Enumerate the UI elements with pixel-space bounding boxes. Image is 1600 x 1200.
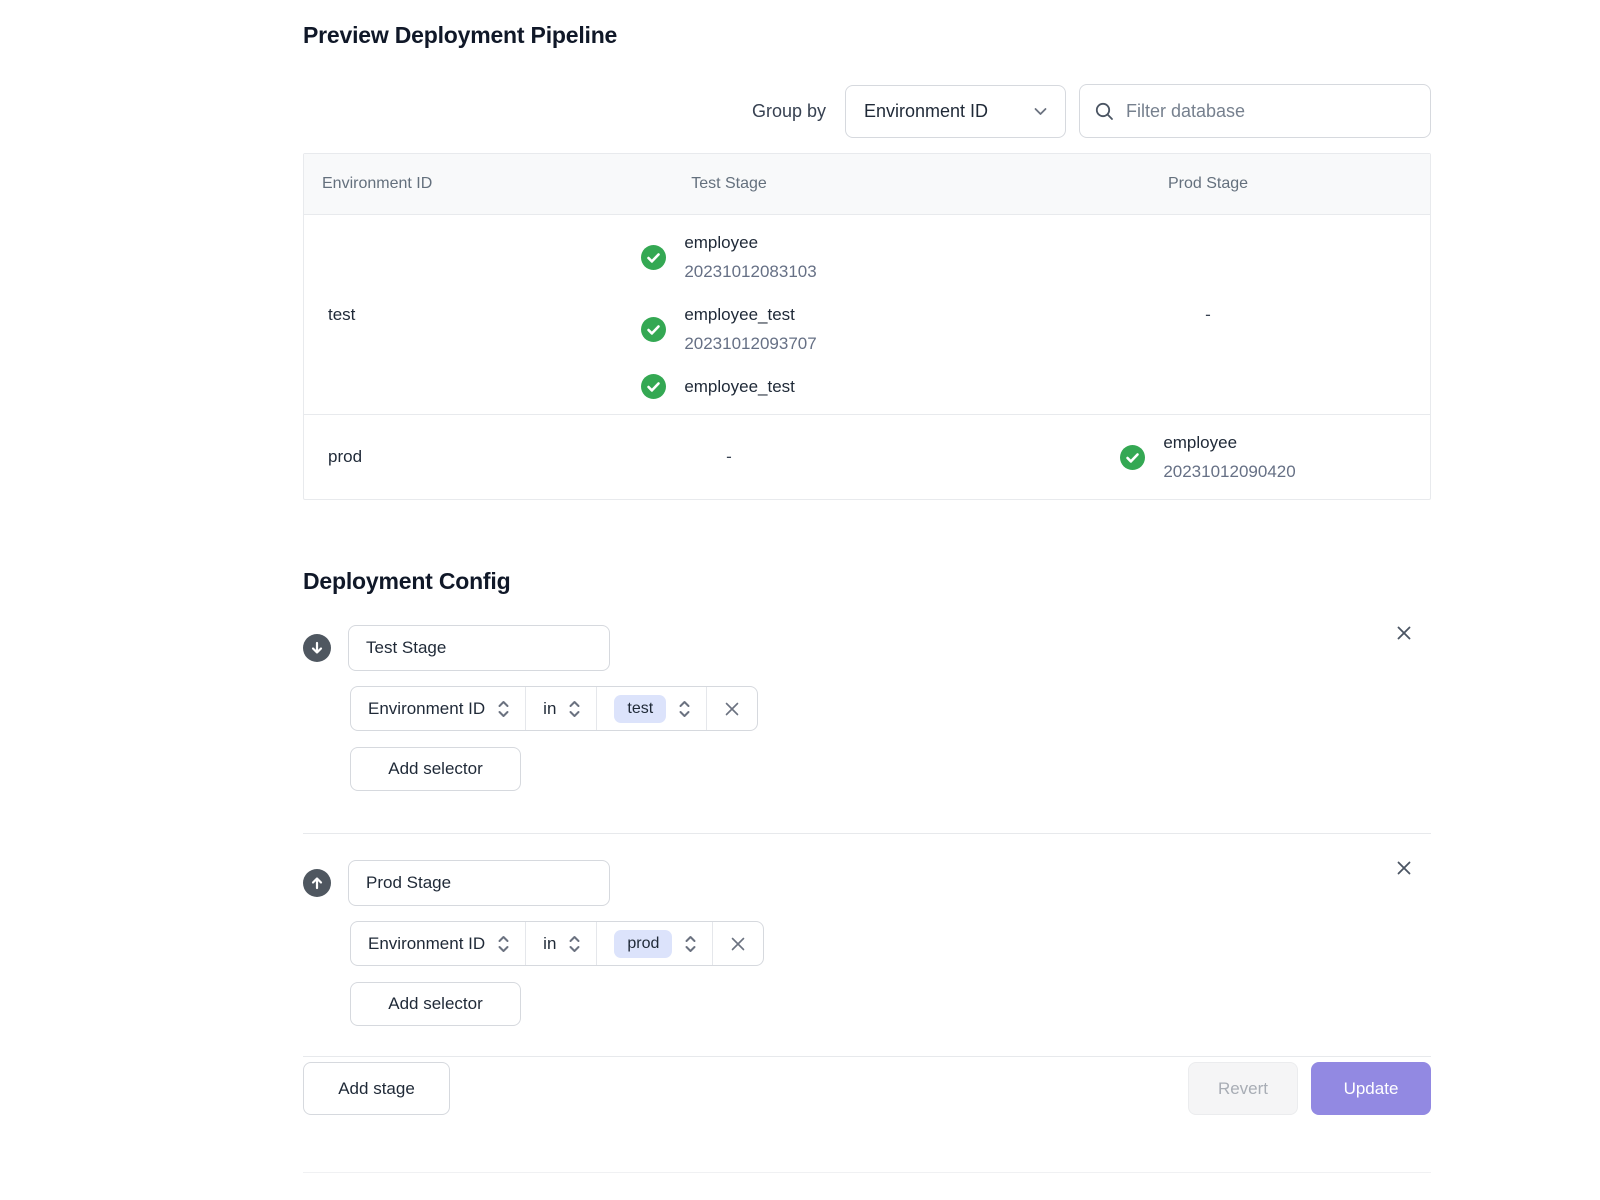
selector-values-select[interactable]: test [596, 687, 706, 730]
close-icon [729, 935, 747, 953]
selector-row: Environment ID in test [350, 686, 758, 731]
chevron-down-icon [1032, 103, 1049, 120]
stage-name-input[interactable] [348, 625, 610, 671]
database-item: employee 20231012083103 [641, 228, 816, 286]
selector-row: Environment ID in prod [350, 921, 764, 966]
add-stage-button[interactable]: Add stage [303, 1062, 450, 1115]
sort-chevrons-icon [683, 932, 698, 956]
column-header-test-stage: Test Stage [474, 175, 984, 193]
test-stage-cell: employee 20231012083103 employee_test 20… [474, 215, 984, 414]
footer-divider [303, 1056, 1431, 1057]
add-selector-button[interactable]: Add selector [350, 982, 521, 1026]
group-by-label: Group by [752, 101, 826, 122]
toolbar: Group by Environment ID [303, 84, 1431, 138]
database-item: employee_test 20231012093707 [641, 300, 816, 358]
prod-stage-cell: employee 20231012090420 [984, 415, 1432, 499]
prod-stage-empty: - [984, 305, 1432, 325]
bottom-divider [303, 1172, 1431, 1173]
database-name: employee_test [684, 372, 795, 401]
stage-name-input[interactable] [348, 860, 610, 906]
page-title: Preview Deployment Pipeline [303, 22, 1431, 49]
sort-chevrons-icon [677, 697, 692, 721]
deployment-config-title: Deployment Config [303, 568, 1431, 595]
database-version: 20231012093707 [684, 329, 816, 358]
arrow-up-circle-icon [303, 869, 331, 897]
environment-name: test [304, 305, 474, 325]
arrow-down-circle-icon [303, 634, 331, 662]
test-stage-empty: - [474, 447, 984, 467]
sort-chevrons-icon [567, 697, 582, 721]
check-circle-icon [641, 245, 666, 270]
database-list: employee 20231012090420 [1120, 415, 1295, 499]
add-selector-button[interactable]: Add selector [350, 747, 521, 791]
remove-selector-button[interactable] [706, 687, 757, 730]
sort-chevrons-icon [567, 932, 582, 956]
column-header-environment: Environment ID [304, 175, 474, 193]
table-header-row: Environment ID Test Stage Prod Stage [304, 154, 1430, 214]
update-button[interactable]: Update [1311, 1062, 1431, 1115]
database-filter-input[interactable] [1126, 101, 1416, 122]
stage-config-prod: Environment ID in prod [303, 860, 1431, 1026]
stage-config-test: Environment ID in test [303, 625, 1431, 791]
check-circle-icon [641, 317, 666, 342]
revert-button[interactable]: Revert [1188, 1062, 1298, 1115]
selector-key-select[interactable]: Environment ID [351, 687, 525, 730]
selector-values-select[interactable]: prod [596, 922, 712, 965]
stage-header [303, 625, 1431, 671]
selector-value-tag: prod [614, 930, 672, 958]
environment-name: prod [304, 447, 474, 467]
database-filter [1079, 84, 1431, 138]
selector-operator-select[interactable]: in [525, 922, 596, 965]
footer-actions: Add stage Revert Update [303, 1062, 1431, 1115]
group-by-value: Environment ID [864, 101, 988, 122]
group-by-select[interactable]: Environment ID [845, 85, 1066, 138]
remove-stage-button[interactable] [1391, 855, 1417, 881]
table-row-prod: prod - employee 20231012090420 [304, 414, 1430, 499]
preview-deployment-pipeline-panel: Preview Deployment Pipeline Group by Env… [303, 0, 1431, 1173]
database-name: employee_test [684, 300, 816, 329]
stage-header [303, 860, 1431, 906]
close-icon [1395, 630, 1413, 645]
selector-operator-select[interactable]: in [525, 687, 596, 730]
check-circle-icon [1120, 445, 1145, 470]
sort-chevrons-icon [496, 932, 511, 956]
database-item: employee 20231012090420 [1120, 428, 1295, 486]
sort-chevrons-icon [496, 697, 511, 721]
database-item: employee_test [641, 372, 816, 401]
database-list: employee 20231012083103 employee_test 20… [641, 215, 816, 414]
database-name: employee [1163, 428, 1295, 457]
database-version: 20231012083103 [684, 257, 816, 286]
database-name: employee [684, 228, 816, 257]
column-header-prod-stage: Prod Stage [984, 175, 1432, 193]
remove-selector-button[interactable] [712, 922, 763, 965]
close-icon [1395, 865, 1413, 880]
check-circle-icon [641, 374, 666, 399]
remove-stage-button[interactable] [1391, 620, 1417, 646]
search-icon [1094, 101, 1115, 122]
database-version: 20231012090420 [1163, 457, 1295, 486]
selector-key-select[interactable]: Environment ID [351, 922, 525, 965]
stage-divider [303, 833, 1431, 834]
table-row-test: test employee 20231012083103 [304, 214, 1430, 414]
close-icon [723, 700, 741, 718]
selector-value-tag: test [614, 695, 666, 723]
pipeline-preview-table: Environment ID Test Stage Prod Stage tes… [303, 153, 1431, 500]
